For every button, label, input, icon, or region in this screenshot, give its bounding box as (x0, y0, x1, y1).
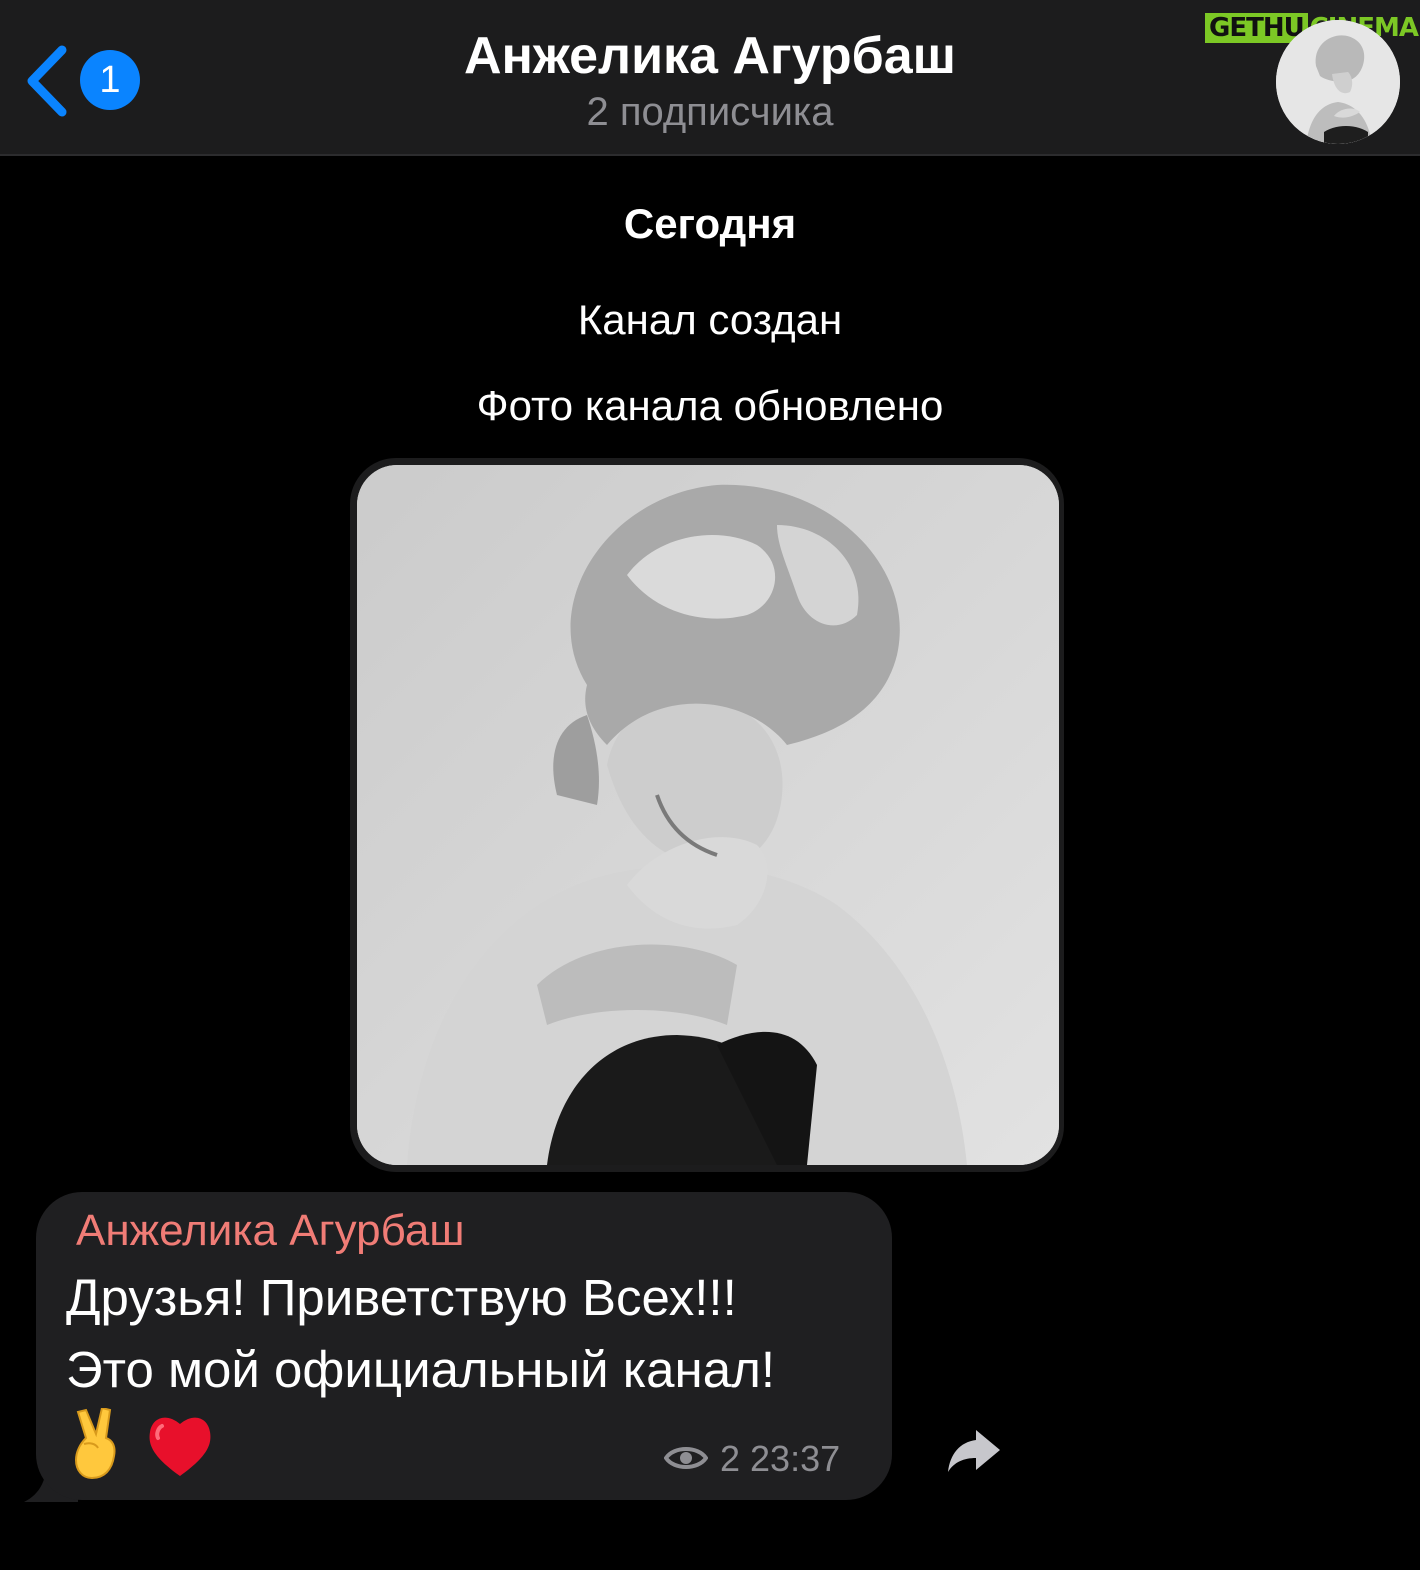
message-emoji-row (72, 1406, 232, 1480)
message-text-line: Друзья! Приветствую Всех!!! (66, 1269, 737, 1326)
chat-header: 1 Анжелика Агурбаш 2 подписчика GETHUCIN… (0, 0, 1420, 156)
channel-photo[interactable] (357, 465, 1059, 1165)
victory-hand-icon (74, 1406, 116, 1480)
service-message-photo-updated: Фото канала обновлено (476, 382, 944, 429)
message-sender[interactable]: Анжелика Агурбаш (76, 1206, 465, 1256)
views-and-time: 2 23:37 (720, 1438, 841, 1479)
channel-avatar[interactable] (1276, 20, 1400, 144)
message-meta: 2 23:37 (664, 1434, 854, 1484)
subscriber-count: 2 подписчика (586, 90, 834, 134)
message-text-line: Это мой официальный канал! (66, 1341, 775, 1398)
service-message-created: Канал создан (577, 296, 843, 343)
eye-icon (664, 1447, 708, 1469)
red-heart-icon (149, 1417, 211, 1476)
date-label: Сегодня (623, 200, 797, 247)
share-icon[interactable] (946, 1426, 1002, 1476)
